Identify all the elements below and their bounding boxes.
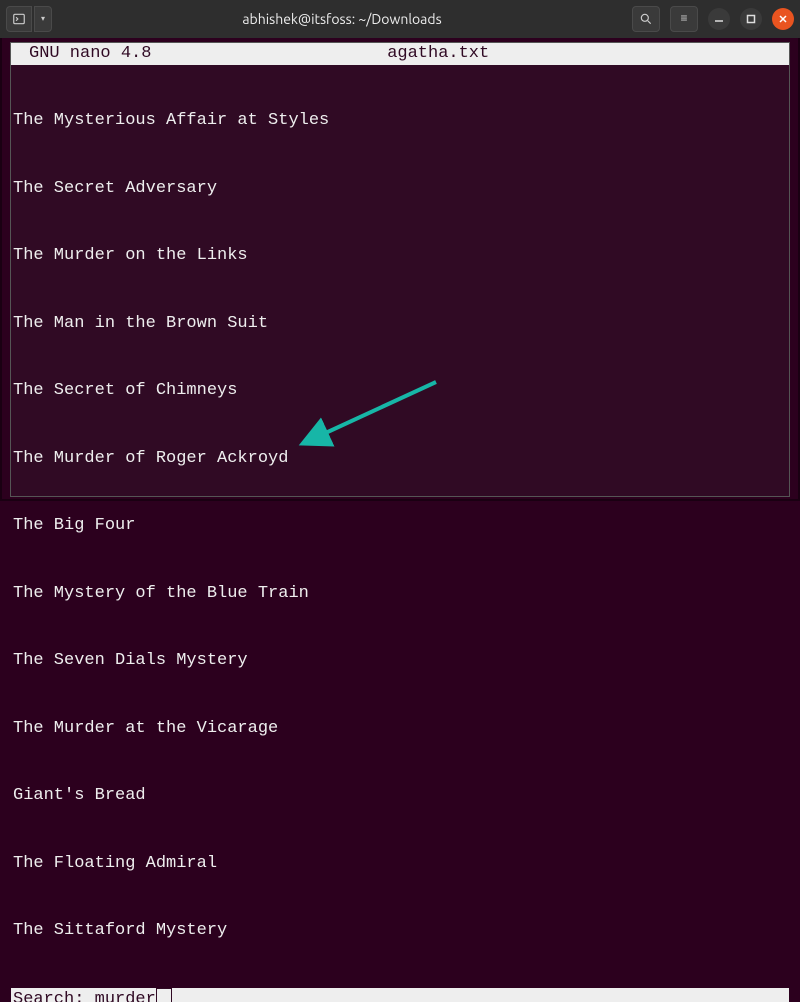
search-value[interactable]: murder [95, 989, 156, 1002]
search-icon [639, 12, 653, 26]
minimize-icon [714, 14, 724, 24]
nano-editor: GNU nano 4.8 agatha.txt The Mysterious A… [10, 42, 790, 497]
content-line: The Murder of Roger Ackroyd [13, 448, 789, 471]
titlebar-right-controls: ≡ [632, 6, 794, 32]
menu-button[interactable]: ≡ [670, 6, 698, 32]
titlebar-left-controls: ▾ [6, 6, 52, 32]
nano-header: GNU nano 4.8 agatha.txt [11, 43, 789, 65]
content-line: The Big Four [13, 515, 789, 538]
content-line: The Seven Dials Mystery [13, 650, 789, 673]
window-title: abhishek@itsfoss: ~/Downloads [52, 11, 632, 27]
search-cursor[interactable] [156, 988, 172, 1002]
new-tab-dropdown[interactable]: ▾ [34, 6, 52, 32]
hamburger-icon: ≡ [680, 12, 687, 26]
search-button[interactable] [632, 6, 660, 32]
terminal-area[interactable]: GNU nano 4.8 agatha.txt The Mysterious A… [0, 38, 800, 501]
content-line: The Man in the Brown Suit [13, 313, 789, 336]
content-line: The Murder at the Vicarage [13, 718, 789, 741]
content-line: The Sittaford Mystery [13, 920, 789, 943]
chevron-down-icon: ▾ [41, 14, 45, 24]
search-label: Search: [13, 989, 84, 1002]
maximize-button[interactable] [740, 8, 762, 30]
window-titlebar: ▾ abhishek@itsfoss: ~/Downloads ≡ [0, 0, 800, 38]
filename: agatha.txt [91, 43, 785, 65]
content-line: Giant's Bread [13, 785, 789, 808]
content-line: The Secret Adversary [13, 178, 789, 201]
close-icon [778, 14, 788, 24]
content-line: The Floating Admiral [13, 853, 789, 876]
terminal-icon [12, 12, 26, 26]
content-line: The Murder on the Links [13, 245, 789, 268]
content-line: The Secret of Chimneys [13, 380, 789, 403]
search-bar: Search: murder [11, 988, 789, 1002]
content-line: The Mystery of the Blue Train [13, 583, 789, 606]
close-button[interactable] [772, 8, 794, 30]
content-line: The Mysterious Affair at Styles [13, 110, 789, 133]
maximize-icon [746, 14, 756, 24]
minimize-button[interactable] [708, 8, 730, 30]
editor-content[interactable]: The Mysterious Affair at Styles The Secr… [11, 65, 789, 988]
new-tab-button[interactable] [6, 6, 32, 32]
